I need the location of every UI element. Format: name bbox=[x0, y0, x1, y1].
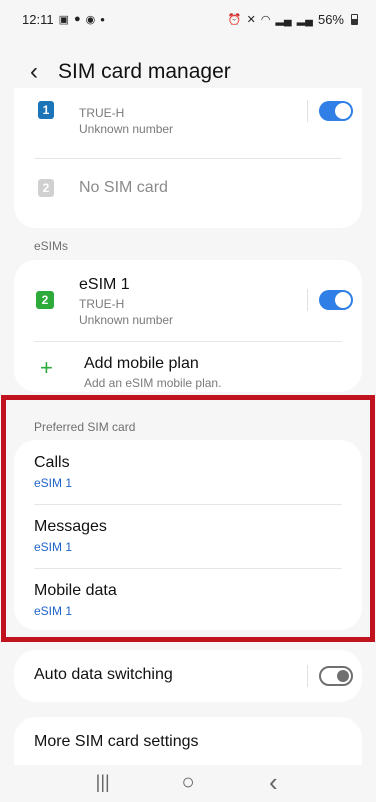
clock: 12:11 bbox=[22, 11, 54, 27]
page-title: SIM card manager bbox=[58, 60, 231, 83]
add-mobile-plan-row[interactable]: + Add mobile plan Add an eSIM mobile pla… bbox=[14, 343, 362, 392]
preferred-section-label: Preferred SIM card bbox=[34, 420, 136, 434]
plus-icon: + bbox=[40, 355, 53, 380]
auto-data-switching-label: Auto data switching bbox=[34, 666, 173, 683]
esim-icon: 2 bbox=[36, 291, 54, 309]
esim-1-carrier: TRUE-H bbox=[79, 297, 125, 311]
esim-1-number: Unknown number bbox=[79, 313, 174, 327]
esims-card: 2 eSIM 1 TRUE-H Unknown number + Add mob… bbox=[14, 260, 362, 392]
back-icon[interactable]: ‹ bbox=[253, 767, 293, 798]
alarm-icon: ⏰ bbox=[227, 13, 242, 26]
preferred-card: Calls eSIM 1 Messages eSIM 1 Mobile data… bbox=[14, 440, 362, 630]
gallery-icon: ▣ bbox=[58, 13, 69, 26]
messages-row[interactable]: Messages eSIM 1 bbox=[14, 505, 362, 567]
esim-1-name: eSIM 1 bbox=[79, 276, 130, 293]
more-sim-settings-label: More SIM card settings bbox=[34, 733, 199, 750]
chevron-left-icon[interactable]: ‹ bbox=[30, 60, 58, 84]
auto-data-switching-card[interactable]: Auto data switching bbox=[14, 650, 362, 702]
add-plan-subtitle: Add an eSIM mobile plan. bbox=[84, 376, 222, 390]
messages-label: Messages bbox=[34, 518, 107, 535]
more-notifications-dot: • bbox=[100, 11, 105, 27]
auto-data-switching-toggle[interactable] bbox=[319, 666, 353, 686]
mobile-data-label: Mobile data bbox=[34, 582, 117, 599]
mobile-data-row[interactable]: Mobile data eSIM 1 bbox=[14, 569, 362, 630]
sim-1-carrier: TRUE-H bbox=[79, 106, 125, 120]
esim-1-row[interactable]: 2 eSIM 1 TRUE-H Unknown number bbox=[14, 260, 362, 340]
sim-1-icon: 1 bbox=[38, 101, 54, 119]
calls-row[interactable]: Calls eSIM 1 bbox=[14, 440, 362, 502]
sim-2-row: 2 No SIM card bbox=[14, 160, 362, 220]
signal-icon-2: ▂▄ bbox=[296, 13, 313, 26]
calls-label: Calls bbox=[34, 454, 70, 471]
mute-icon: ✕ bbox=[246, 13, 256, 26]
wifi-icon: ◠ bbox=[260, 13, 271, 26]
sim-2-label: No SIM card bbox=[79, 179, 168, 196]
separator bbox=[307, 289, 308, 311]
chat-icon: ● bbox=[73, 13, 81, 25]
sim-2-icon: 2 bbox=[38, 179, 54, 197]
messages-value: eSIM 1 bbox=[34, 540, 73, 554]
messenger-icon: ◉ bbox=[85, 13, 96, 26]
status-left: 12:11 ▣ ● ◉ • bbox=[22, 12, 105, 27]
battery-percent: 56% bbox=[317, 11, 344, 27]
sim-1-row[interactable]: 1 TRUE-H Unknown number bbox=[14, 88, 362, 150]
separator bbox=[307, 100, 308, 122]
add-plan-title: Add mobile plan bbox=[84, 355, 199, 372]
divider bbox=[34, 341, 342, 342]
sim-cards-card: 1 TRUE-H Unknown number 2 No SIM card bbox=[14, 88, 362, 228]
home-icon[interactable]: ○ bbox=[168, 769, 208, 795]
esim-1-toggle[interactable] bbox=[319, 290, 353, 310]
signal-icon: ▂▄ bbox=[275, 13, 292, 26]
separator bbox=[307, 665, 308, 687]
more-sim-settings-card[interactable]: More SIM card settings bbox=[14, 717, 362, 765]
title-bar: ‹ SIM card manager bbox=[0, 52, 376, 92]
battery-icon bbox=[351, 13, 358, 25]
calls-value: eSIM 1 bbox=[34, 476, 73, 490]
navigation-bar: ||| ○ ‹ bbox=[0, 762, 376, 802]
status-bar: 12:11 ▣ ● ◉ • ⏰ ✕ ◠ ▂▄ ▂▄ 56% bbox=[0, 0, 376, 38]
mobile-data-value: eSIM 1 bbox=[34, 604, 73, 618]
sim-1-toggle[interactable] bbox=[319, 101, 353, 121]
divider bbox=[34, 158, 342, 159]
esims-section-label: eSIMs bbox=[34, 239, 69, 253]
status-right: ⏰ ✕ ◠ ▂▄ ▂▄ 56% bbox=[228, 12, 358, 27]
recents-icon[interactable]: ||| bbox=[83, 772, 123, 793]
sim-1-number: Unknown number bbox=[79, 122, 174, 136]
